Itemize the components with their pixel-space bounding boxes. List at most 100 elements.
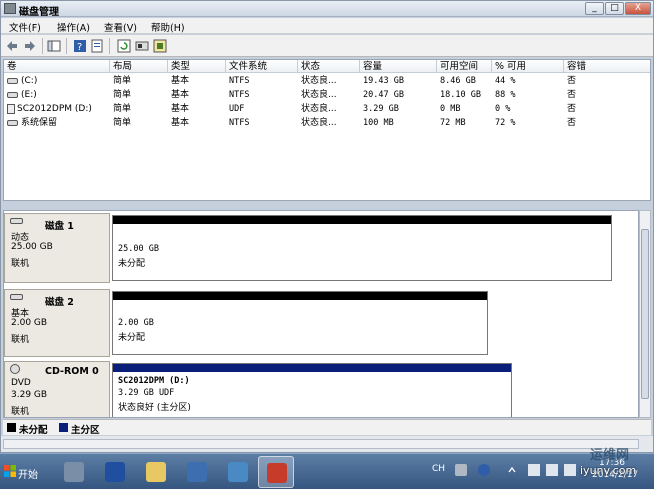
disk-icon: [10, 218, 23, 224]
powershell-icon: [105, 462, 125, 482]
primary-partition[interactable]: SC2012DPM (D:) 3.29 GB UDF 状态良好 (主分区): [112, 363, 512, 417]
column-type[interactable]: 类型: [168, 60, 226, 73]
menu-action[interactable]: 操作(A): [57, 20, 90, 34]
title-bar[interactable]: 磁盘管理 _ □ X: [1, 1, 653, 18]
help-icon[interactable]: [478, 464, 490, 476]
disk-size: 2.00 GB: [11, 318, 48, 328]
unallocated-partition[interactable]: 2.00 GB 未分配: [112, 291, 488, 355]
watermark-line2: iyunv.com: [580, 464, 637, 477]
disk-name: 磁盘 2: [45, 297, 74, 308]
column-volume[interactable]: 卷: [4, 60, 110, 73]
volume-list-header: 卷 布局 类型 文件系统 状态 容量 可用空间 % 可用 容错: [4, 60, 650, 73]
server-manager-icon: [64, 462, 84, 482]
table-row[interactable]: (C:) 简单 基本 NTFS 状态良... 19.43 GB 8.46 GB …: [4, 74, 650, 88]
toolbox-icon: [267, 463, 287, 483]
drive-icon: [7, 91, 18, 98]
refresh-icon[interactable]: [117, 39, 131, 53]
keyboard-icon[interactable]: [455, 464, 467, 476]
partition-color-bar: [113, 216, 611, 224]
table-row[interactable]: SC2012DPM (D:) 简单 基本 UDF 状态良... 3.29 GB …: [4, 102, 650, 116]
console-tree-icon[interactable]: [47, 39, 61, 53]
chevron-up-icon[interactable]: [508, 464, 516, 476]
rescan-disks-icon[interactable]: [135, 39, 149, 53]
watermark: 运维网 iyunv.com: [560, 442, 654, 489]
partition-color-bar: [113, 364, 511, 372]
properties-icon[interactable]: [90, 39, 104, 53]
menu-file[interactable]: 文件(F): [9, 20, 41, 34]
disk-state: 联机: [11, 335, 30, 345]
taskbar-explorer[interactable]: [138, 456, 174, 488]
table-row[interactable]: 系统保留 简单 基本 NTFS 状态良... 100 MB 72 MB 72 %…: [4, 116, 650, 130]
forward-arrow-icon[interactable]: [23, 39, 37, 53]
disk-name: 磁盘 1: [45, 221, 74, 232]
disk-icon: [10, 294, 23, 300]
start-label: 开始: [18, 470, 38, 481]
taskbar: 开始 CH 17:36 2014/2/17: [0, 453, 654, 489]
disk-label[interactable]: 磁盘 2 基本 2.00 GB 联机: [4, 289, 110, 357]
action-center-flag-icon[interactable]: [528, 464, 540, 476]
horizontal-scrollbar[interactable]: [3, 439, 639, 449]
close-button[interactable]: X: [625, 2, 651, 15]
column-filesystem[interactable]: 文件系统: [226, 60, 298, 73]
partition-color-bar: [113, 292, 487, 300]
disk-state: 联机: [11, 259, 30, 269]
taskbar-control-panel[interactable]: [220, 456, 256, 488]
svg-text:?: ?: [77, 42, 82, 53]
taskbar-disk-management[interactable]: [258, 456, 294, 488]
disk-graphical-view: 磁盘 1 动态 25.00 GB 联机 25.00 GB 未分配 磁盘 2 基本…: [3, 210, 639, 418]
column-layout[interactable]: 布局: [110, 60, 168, 73]
minimize-button[interactable]: _: [585, 2, 604, 15]
legend-label-unallocated: 未分配: [19, 425, 48, 436]
partition-size: 25.00 GB: [118, 244, 159, 254]
status-bar: [1, 436, 653, 452]
column-free-space[interactable]: 可用空间: [437, 60, 492, 73]
disk-label[interactable]: CD-ROM 0 DVD 3.29 GB 联机: [4, 361, 110, 417]
settings-icon[interactable]: [153, 39, 167, 53]
partition-size: 3.29 GB UDF: [118, 388, 175, 398]
drive-icon: [7, 119, 18, 126]
partition-status: 未分配: [118, 333, 146, 343]
column-status[interactable]: 状态: [298, 60, 360, 73]
disk-management-icon: [4, 3, 16, 14]
cdrom-icon: [7, 103, 15, 114]
vertical-scrollbar[interactable]: [639, 210, 651, 418]
partition-title: SC2012DPM (D:): [118, 376, 190, 386]
column-fault-tolerance[interactable]: 容错: [564, 60, 650, 73]
back-arrow-icon[interactable]: [5, 39, 19, 53]
legend-label-primary: 主分区: [71, 425, 100, 436]
network-icon[interactable]: [546, 464, 558, 476]
disk-size: 3.29 GB: [11, 390, 48, 400]
windows-logo-icon: [4, 465, 16, 477]
taskbar-powershell[interactable]: [97, 456, 133, 488]
drive-icon: [7, 77, 18, 84]
legend-swatch-unallocated: [7, 423, 16, 432]
taskbar-backup[interactable]: [179, 456, 215, 488]
partition-size: 2.00 GB: [118, 318, 154, 328]
maximize-button[interactable]: □: [605, 2, 624, 15]
disk-name: CD-ROM 0: [45, 366, 99, 377]
column-capacity[interactable]: 容量: [360, 60, 437, 73]
disk-management-window: 磁盘管理 _ □ X 文件(F) 操作(A) 查看(V) 帮助(H) ? 卷 布…: [0, 0, 654, 453]
disk-size: 25.00 GB: [11, 242, 53, 252]
table-row[interactable]: (E:) 简单 基本 NTFS 状态良... 20.47 GB 18.10 GB…: [4, 88, 650, 102]
start-button[interactable]: 开始: [2, 460, 44, 484]
language-indicator[interactable]: CH: [432, 464, 445, 474]
folder-icon: [146, 462, 166, 482]
partition-status: 未分配: [118, 259, 146, 269]
watermark-line1: 运维网: [590, 448, 630, 463]
menu-view[interactable]: 查看(V): [104, 20, 137, 34]
scrollbar-thumb[interactable]: [641, 229, 649, 399]
backup-icon: [187, 462, 207, 482]
disk-row: CD-ROM 0 DVD 3.29 GB 联机 SC2012DPM (D:) 3…: [4, 361, 638, 417]
help-icon[interactable]: ?: [73, 39, 87, 53]
unallocated-partition[interactable]: 25.00 GB 未分配: [112, 215, 612, 281]
volume-list: 卷 布局 类型 文件系统 状态 容量 可用空间 % 可用 容错 (C:) 简单 …: [3, 59, 651, 201]
column-percent-free[interactable]: % 可用: [492, 60, 564, 73]
toolbar: ?: [1, 35, 653, 57]
taskbar-server-manager[interactable]: [56, 456, 92, 488]
disk-row: 磁盘 2 基本 2.00 GB 联机 2.00 GB 未分配: [4, 289, 638, 357]
disk-label[interactable]: 磁盘 1 动态 25.00 GB 联机: [4, 213, 110, 283]
disk-state: 联机: [11, 407, 30, 417]
menu-help[interactable]: 帮助(H): [151, 20, 185, 34]
disk-kind: DVD: [11, 378, 31, 388]
